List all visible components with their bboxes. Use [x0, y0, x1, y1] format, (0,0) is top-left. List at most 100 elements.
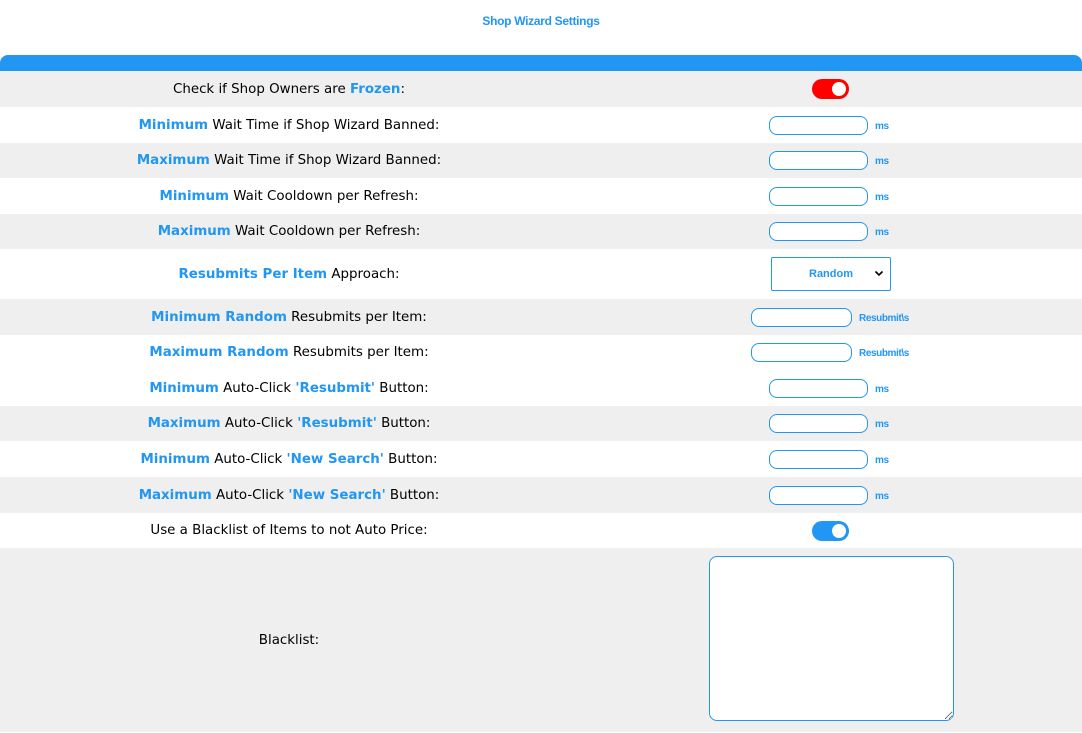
label-hl-min-autoclick-resubmit: Minimum — [149, 380, 219, 396]
settings-table: Check if Shop Owners are Frozen: Minimum … — [0, 71, 1082, 732]
label-hl2-max-autoclick-resubmit: 'Resubmit' — [297, 416, 377, 431]
max-wait-banned-input[interactable] — [769, 151, 868, 170]
min-autoclick-newsearch-unit-label: ms — [875, 454, 889, 466]
setting-row-min-autoclick-newsearch: Minimum Auto-Click 'New Search' Button: m… — [0, 441, 1082, 477]
max-autoclick-resubmit-input[interactable] — [769, 414, 868, 433]
max-random-resubmits-input[interactable] — [751, 343, 852, 362]
label-hl2-min-autoclick-resubmit: 'Resubmit' — [295, 380, 376, 396]
max-autoclick-newsearch-input[interactable] — [769, 485, 868, 505]
label-hl-frozen: Frozen — [349, 81, 401, 97]
label-hl-max-random-resubmits: Maximum Random — [149, 345, 289, 360]
label-post-max-autoclick-newsearch: Button: — [385, 487, 440, 503]
min-cooldown-input[interactable] — [769, 186, 868, 206]
setting-label-min-autoclick-newsearch: Minimum Auto-Click 'New Search' Button: — [0, 452, 578, 467]
frozen-toggle[interactable] — [812, 79, 849, 99]
control-cell-blacklist — [709, 548, 954, 732]
blacklist-textarea[interactable] — [709, 556, 954, 721]
label-post-min-cooldown: Wait Cooldown per Refresh: — [228, 188, 419, 204]
header-bar — [0, 55, 1082, 71]
setting-row-max-cooldown: Maximum Wait Cooldown per Refresh: ms — [0, 214, 1082, 249]
setting-row-blacklist: Blacklist: — [0, 548, 1082, 732]
setting-label-max-autoclick-newsearch: Maximum Auto-Click 'New Search' Button: — [0, 488, 578, 503]
label-post-frozen: : — [400, 81, 405, 97]
label-hl2-min-autoclick-newsearch: 'New Search' — [286, 451, 384, 467]
label-pre-blacklist: Blacklist: — [258, 632, 320, 648]
setting-row-frozen: Check if Shop Owners are Frozen: — [0, 71, 1082, 107]
setting-label-min-random-resubmits: Minimum Random Resubmits per Item: — [0, 310, 578, 325]
label-hl2-max-autoclick-newsearch: 'New Search' — [288, 487, 386, 503]
setting-label-min-autoclick-resubmit: Minimum Auto-Click 'Resubmit' Button: — [0, 381, 578, 396]
label-hl-max-autoclick-resubmit: Maximum — [147, 416, 221, 431]
label-post-max-autoclick-resubmit: Button: — [376, 416, 431, 431]
label-hl-min-random-resubmits: Minimum Random — [151, 309, 287, 325]
label-hl-resubmits-approach: Resubmits Per Item — [178, 266, 328, 282]
setting-label-max-cooldown: Maximum Wait Cooldown per Refresh: — [0, 224, 578, 239]
label-post-min-autoclick-resubmit: Button: — [375, 380, 429, 396]
max-wait-banned-unit-label: ms — [875, 156, 889, 167]
setting-label-max-autoclick-resubmit: Maximum Auto-Click 'Resubmit' Button: — [0, 416, 578, 431]
setting-row-max-autoclick-resubmit: Maximum Auto-Click 'Resubmit' Button: ms — [0, 406, 1082, 441]
min-wait-banned-input[interactable] — [769, 115, 868, 135]
label-hl-max-cooldown: Maximum — [157, 224, 231, 239]
setting-row-use-blacklist: Use a Blacklist of Items to not Auto Pri… — [0, 513, 1082, 548]
label-pre-frozen: Check if Shop Owners are — [173, 81, 350, 97]
control-cell-min-wait-banned: ms — [769, 107, 889, 143]
label-mid-min-autoclick-resubmit: Auto-Click — [218, 380, 296, 396]
control-cell-min-autoclick-resubmit: ms — [769, 370, 889, 406]
label-pre-use-blacklist: Use a Blacklist of Items to not Auto Pri… — [150, 523, 428, 538]
setting-row-min-random-resubmits: Minimum Random Resubmits per Item: Resubm… — [0, 299, 1082, 335]
label-mid-max-autoclick-resubmit: Auto-Click — [220, 416, 298, 431]
setting-row-min-wait-banned: Minimum Wait Time if Shop Wizard Banned:… — [0, 107, 1082, 143]
control-cell-max-autoclick-resubmit: ms — [769, 406, 889, 441]
control-cell-max-wait-banned: ms — [769, 143, 889, 178]
control-cell-min-random-resubmits: Resubmit\s — [751, 299, 909, 335]
label-hl-min-wait-banned: Minimum — [138, 117, 209, 133]
label-post-max-wait-banned: Wait Time if Shop Wizard Banned: — [209, 153, 442, 168]
max-autoclick-resubmit-unit-label: ms — [875, 419, 889, 430]
control-cell-max-cooldown: ms — [769, 214, 889, 249]
min-autoclick-resubmit-unit-label: ms — [875, 383, 889, 395]
setting-row-max-wait-banned: Maximum Wait Time if Shop Wizard Banned:… — [0, 143, 1082, 178]
max-autoclick-newsearch-unit-label: ms — [875, 490, 889, 502]
max-random-resubmits-unit-label: Resubmit\s — [859, 348, 909, 359]
label-post-min-autoclick-newsearch: Button: — [383, 451, 438, 467]
min-random-resubmits-unit-label: Resubmit\s — [859, 312, 909, 324]
label-hl-max-wait-banned: Maximum — [136, 153, 210, 168]
control-cell-min-cooldown: ms — [769, 178, 889, 214]
setting-row-resubmits-approach: Resubmits Per Item Approach: Random — [0, 249, 1082, 299]
control-cell-frozen — [812, 71, 849, 107]
label-mid-min-autoclick-newsearch: Auto-Click — [209, 451, 287, 467]
control-cell-max-random-resubmits: Resubmit\s — [751, 335, 909, 370]
setting-label-resubmits-approach: Resubmits Per Item Approach: — [0, 267, 578, 282]
setting-row-max-random-resubmits: Maximum Random Resubmits per Item: Resubm… — [0, 335, 1082, 370]
min-cooldown-unit-label: ms — [875, 191, 889, 203]
min-autoclick-resubmit-input[interactable] — [769, 378, 868, 398]
min-random-resubmits-input[interactable] — [751, 307, 852, 327]
min-autoclick-newsearch-input[interactable] — [769, 449, 868, 469]
control-cell-min-autoclick-newsearch: ms — [769, 441, 889, 477]
use-blacklist-toggle[interactable] — [812, 520, 849, 541]
toggle-knob — [832, 523, 846, 538]
label-hl-min-autoclick-newsearch: Minimum — [140, 451, 210, 467]
page-title: Shop Wizard Settings — [482, 14, 600, 28]
control-cell-use-blacklist — [812, 513, 849, 548]
label-post-min-random-resubmits: Resubmits per Item: — [286, 309, 427, 325]
label-post-max-cooldown: Wait Cooldown per Refresh: — [230, 224, 421, 239]
setting-label-frozen: Check if Shop Owners are Frozen: — [0, 82, 578, 97]
label-mid-max-autoclick-newsearch: Auto-Click — [211, 487, 289, 503]
control-cell-resubmits-approach: Random — [771, 249, 891, 299]
chevron-down-icon — [874, 270, 884, 277]
setting-label-min-cooldown: Minimum Wait Cooldown per Refresh: — [0, 189, 578, 204]
label-hl-min-cooldown: Minimum — [159, 188, 229, 204]
control-cell-max-autoclick-newsearch: ms — [769, 477, 889, 513]
setting-row-min-autoclick-resubmit: Minimum Auto-Click 'Resubmit' Button: ms — [0, 370, 1082, 406]
resubmits-approach-select[interactable]: Random — [771, 257, 891, 291]
setting-row-max-autoclick-newsearch: Maximum Auto-Click 'New Search' Button: m… — [0, 477, 1082, 513]
select-value: Random — [809, 268, 853, 280]
min-wait-banned-unit-label: ms — [875, 120, 889, 132]
max-cooldown-input[interactable] — [769, 222, 868, 241]
setting-row-min-cooldown: Minimum Wait Cooldown per Refresh: ms — [0, 178, 1082, 214]
label-post-max-random-resubmits: Resubmits per Item: — [288, 345, 429, 360]
label-post-resubmits-approach: Approach: — [327, 266, 400, 282]
toggle-knob — [832, 82, 846, 96]
